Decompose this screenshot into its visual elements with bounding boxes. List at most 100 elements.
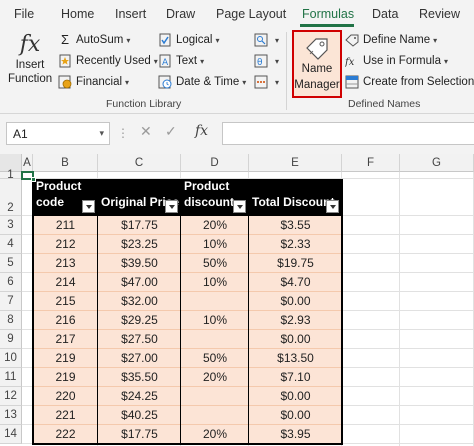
table-cell[interactable]: 50%	[181, 254, 249, 273]
row-header-9[interactable]: 9	[0, 330, 22, 349]
column-header-b[interactable]: B	[33, 154, 98, 172]
table-cell[interactable]: $19.75	[249, 254, 342, 273]
row-header-6[interactable]: 6	[0, 273, 22, 292]
row-header-3[interactable]: 3	[0, 216, 22, 235]
logical-button[interactable]: Logical ▾	[158, 33, 219, 47]
tab-review[interactable]: Review	[419, 7, 460, 21]
autosum-button[interactable]: Σ AutoSum ▾	[58, 33, 130, 47]
table-cell[interactable]: $17.75	[98, 425, 181, 444]
table-cell[interactable]: $27.00	[98, 349, 181, 368]
table-cell[interactable]	[181, 292, 249, 311]
table-cell[interactable]: $0.00	[249, 292, 342, 311]
tab-formulas[interactable]: Formulas	[302, 7, 354, 21]
table-cell[interactable]: $35.50	[98, 368, 181, 387]
create-from-selection-button[interactable]: Create from Selection	[345, 75, 474, 89]
tab-insert[interactable]: Insert	[115, 7, 146, 21]
tab-draw[interactable]: Draw	[166, 7, 195, 21]
name-manager-button[interactable]: Name Manager	[292, 30, 342, 98]
row-header-2[interactable]: 2	[0, 179, 22, 216]
fill-handle[interactable]	[31, 177, 36, 182]
table-cell[interactable]: 10%	[181, 235, 249, 254]
filter-dropdown-button[interactable]	[233, 200, 246, 213]
table-cell[interactable]: 216	[33, 311, 98, 330]
filter-dropdown-button[interactable]	[326, 200, 339, 213]
table-cell[interactable]: $24.25	[98, 387, 181, 406]
table-cell[interactable]: 10%	[181, 311, 249, 330]
table-cell[interactable]: $47.00	[98, 273, 181, 292]
date-time-button[interactable]: Date & Time ▾	[158, 75, 246, 89]
table-cell[interactable]: $0.00	[249, 406, 342, 425]
column-header-g[interactable]: G	[400, 154, 474, 172]
table-cell[interactable]: 20%	[181, 216, 249, 235]
column-header-d[interactable]: D	[181, 154, 249, 172]
row-header-5[interactable]: 5	[0, 254, 22, 273]
table-cell[interactable]	[181, 387, 249, 406]
row-header-7[interactable]: 7	[0, 292, 22, 311]
more-functions-button[interactable]: ▾	[254, 75, 279, 89]
table-cell[interactable]: 220	[33, 387, 98, 406]
table-cell[interactable]: $29.25	[98, 311, 181, 330]
table-cell[interactable]: 20%	[181, 368, 249, 387]
table-cell[interactable]: $27.50	[98, 330, 181, 349]
use-in-formula-button[interactable]: fx Use in Formula ▾	[344, 54, 448, 68]
math-trig-button[interactable]: θ ▾	[254, 54, 279, 68]
row-header-10[interactable]: 10	[0, 349, 22, 368]
row-header-1[interactable]: 1	[0, 169, 22, 181]
table-cell[interactable]: 222	[33, 425, 98, 444]
column-header-f[interactable]: F	[342, 154, 400, 172]
text-button[interactable]: A Text ▾	[158, 54, 204, 68]
table-cell[interactable]: 213	[33, 254, 98, 273]
tab-data[interactable]: Data	[372, 7, 398, 21]
table-cell[interactable]: $2.33	[249, 235, 342, 254]
insert-function-button[interactable]: fx Insert Function	[8, 32, 52, 86]
table-cell[interactable]: $4.70	[249, 273, 342, 292]
table-cell[interactable]: $39.50	[98, 254, 181, 273]
table-cell[interactable]: 215	[33, 292, 98, 311]
table-cell[interactable]: $17.75	[98, 216, 181, 235]
enter-icon[interactable]: ✓	[165, 123, 177, 140]
row-header-13[interactable]: 13	[0, 406, 22, 425]
formula-input[interactable]	[222, 122, 474, 145]
recently-used-button[interactable]: Recently Used ▾	[58, 54, 158, 68]
column-header-a[interactable]: A	[22, 154, 33, 172]
row-header-12[interactable]: 12	[0, 387, 22, 406]
financial-button[interactable]: Financial ▾	[58, 75, 129, 89]
define-name-button[interactable]: Define Name ▾	[345, 33, 437, 47]
cancel-icon[interactable]: ✕	[140, 123, 152, 140]
table-cell[interactable]: $2.93	[249, 311, 342, 330]
lookup-reference-button[interactable]: ▾	[254, 33, 279, 47]
table-cell[interactable]: 221	[33, 406, 98, 425]
table-cell[interactable]: $13.50	[249, 349, 342, 368]
tab-home[interactable]: Home	[61, 7, 94, 21]
insert-function-icon[interactable]: fx	[195, 123, 208, 139]
table-cell[interactable]: 20%	[181, 425, 249, 444]
table-cell[interactable]: $3.55	[249, 216, 342, 235]
table-cell[interactable]: 219	[33, 368, 98, 387]
table-cell[interactable]: 10%	[181, 273, 249, 292]
table-cell[interactable]: $40.25	[98, 406, 181, 425]
tab-file[interactable]: File	[14, 7, 34, 21]
table-cell[interactable]: 50%	[181, 349, 249, 368]
table-cell[interactable]: 211	[33, 216, 98, 235]
name-box[interactable]: A1 ▾	[6, 122, 110, 145]
table-cell[interactable]: 212	[33, 235, 98, 254]
row-header-11[interactable]: 11	[0, 368, 22, 387]
chevron-down-icon[interactable]: ▾	[99, 128, 104, 139]
table-cell[interactable]	[181, 330, 249, 349]
drag-handle-icon[interactable]: ⋮	[117, 126, 129, 140]
filter-dropdown-button[interactable]	[165, 200, 178, 213]
table-cell[interactable]: $23.25	[98, 235, 181, 254]
row-header-14[interactable]: 14	[0, 425, 22, 444]
table-cell[interactable]: $0.00	[249, 387, 342, 406]
row-header-8[interactable]: 8	[0, 311, 22, 330]
table-cell[interactable]	[181, 406, 249, 425]
table-cell[interactable]: $3.95	[249, 425, 342, 444]
filter-dropdown-button[interactable]	[82, 200, 95, 213]
row-header-4[interactable]: 4	[0, 235, 22, 254]
tab-page-layout[interactable]: Page Layout	[216, 7, 286, 21]
table-cell[interactable]: $32.00	[98, 292, 181, 311]
table-cell[interactable]: $7.10	[249, 368, 342, 387]
column-header-c[interactable]: C	[98, 154, 181, 172]
table-cell[interactable]: 219	[33, 349, 98, 368]
table-cell[interactable]: 217	[33, 330, 98, 349]
